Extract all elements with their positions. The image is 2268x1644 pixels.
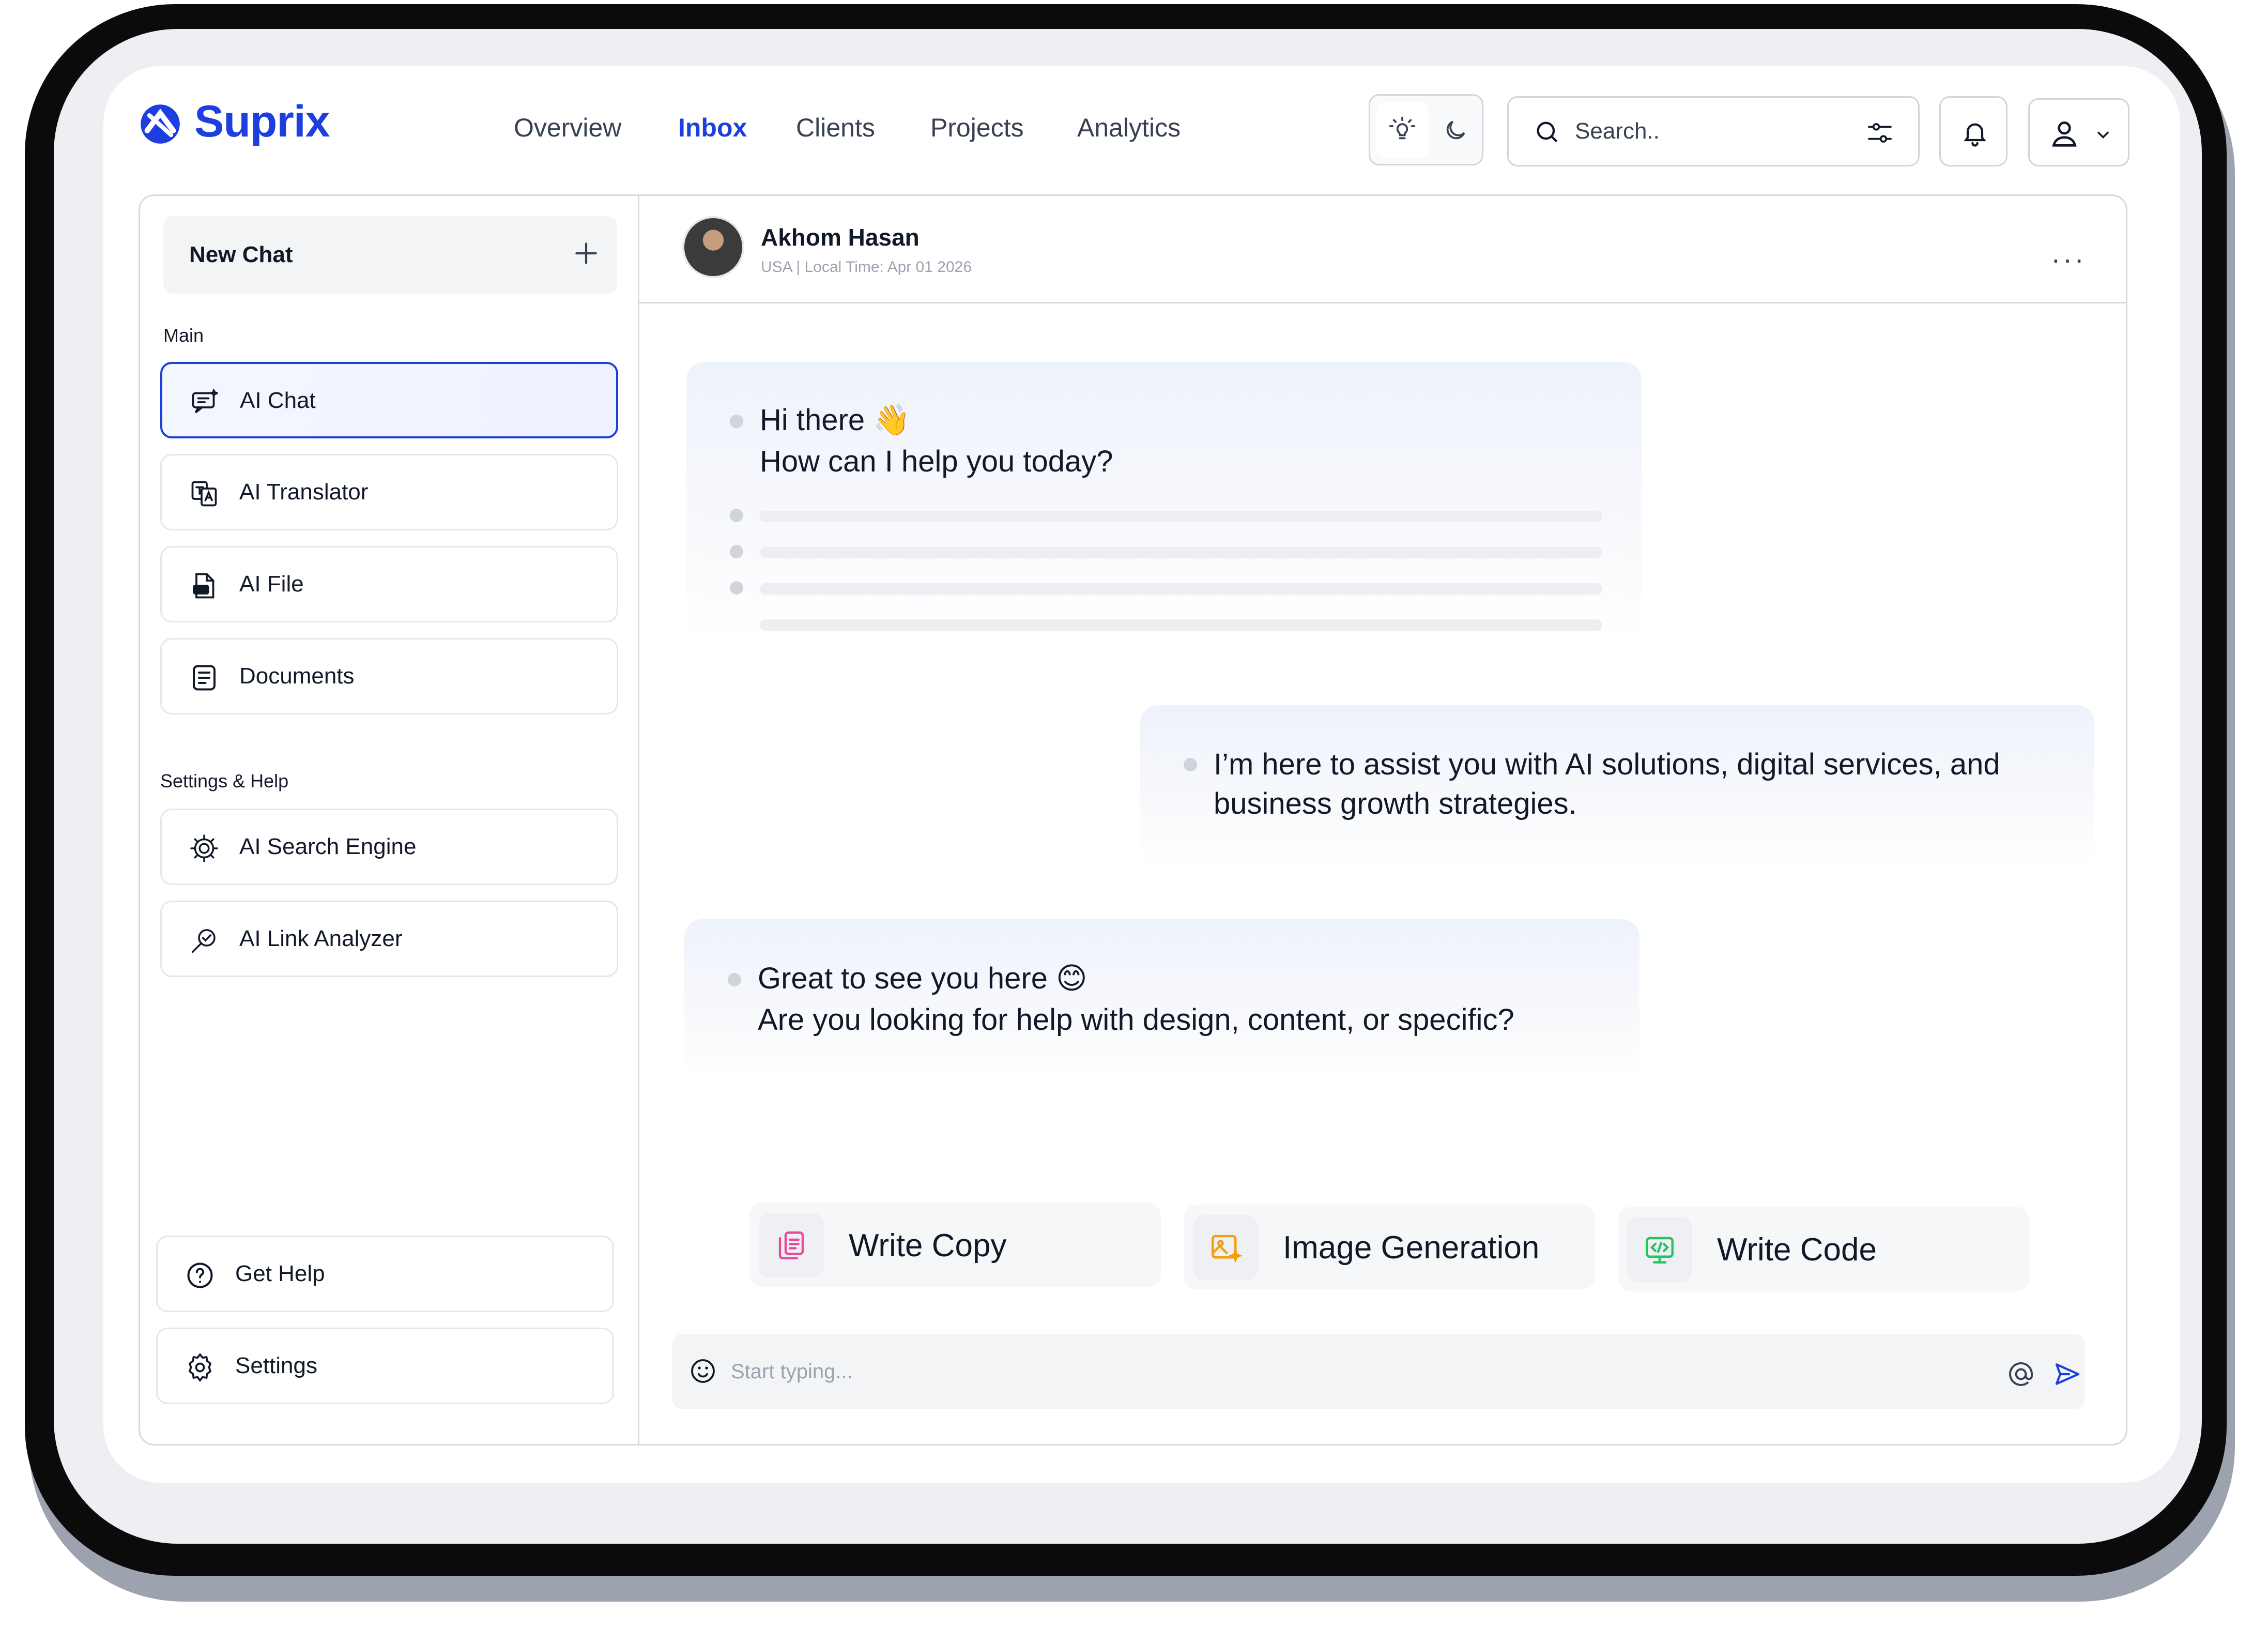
nav-clients[interactable]: Clients (796, 113, 875, 143)
contact-name: Akhom Hasan (761, 224, 920, 251)
nav-projects[interactable]: Projects (930, 113, 1024, 143)
message-bubble: I’m here to assist you with AI solutions… (1140, 705, 2094, 865)
send-icon[interactable] (2053, 1360, 2082, 1389)
bubble-bullet (730, 415, 743, 428)
sidebar-item-label: AI Translator (239, 479, 369, 505)
new-chat-label: New Chat (189, 242, 293, 267)
bubble-bullet (728, 973, 741, 986)
user-menu-button[interactable] (2028, 98, 2129, 166)
help-icon (187, 1262, 213, 1288)
new-chat-button[interactable]: New Chat (163, 216, 617, 294)
logo-icon (141, 104, 180, 144)
sidebar-item-label: AI Search Engine (239, 834, 417, 859)
quick-action-label: Image Generation (1283, 1230, 1540, 1266)
sidebar-item-ai-file[interactable]: AI File (160, 546, 618, 622)
sun-icon (1389, 116, 1416, 140)
sidebar-item-settings[interactable]: Settings (156, 1328, 614, 1404)
bubble-bullet (730, 581, 743, 595)
write-code-button[interactable]: Write Code (1618, 1207, 2029, 1291)
ai-file-icon (193, 573, 214, 599)
copy-icon (778, 1231, 804, 1259)
notifications-button[interactable] (1939, 96, 2008, 166)
sidebar-item-ai-chat[interactable]: AI Chat (160, 362, 618, 438)
sidebar-item-get-help[interactable]: Get Help (156, 1236, 614, 1312)
brand-name[interactable]: Suprix (194, 96, 330, 147)
nav-analytics[interactable]: Analytics (1077, 113, 1181, 143)
image-generation-button[interactable]: Image Generation (1184, 1205, 1595, 1289)
translate-icon (191, 481, 217, 507)
write-copy-icon-box (759, 1213, 824, 1278)
chat-header-divider (639, 302, 2127, 303)
emoji-icon[interactable] (688, 1357, 717, 1386)
bubble-bullet (730, 509, 743, 522)
section-label-settings-help: Settings & Help (160, 770, 289, 791)
skeleton-line (760, 511, 1602, 522)
plus-icon (575, 242, 597, 264)
sidebar-item-label: AI Link Analyzer (239, 926, 403, 951)
chat-icon (192, 388, 218, 414)
chevron-down-icon (2097, 131, 2109, 139)
gear-network-icon (190, 834, 218, 862)
sidebar-divider (638, 194, 639, 1445)
at-icon[interactable] (2006, 1360, 2035, 1389)
light-mode-button[interactable] (1376, 102, 1428, 158)
message-line: I’m here to assist you with AI solutions… (1214, 748, 2000, 781)
moon-icon[interactable] (1443, 117, 1468, 143)
sidebar-item-label: AI Chat (240, 388, 316, 413)
nav-overview[interactable]: Overview (514, 113, 621, 143)
image-icon (1212, 1235, 1243, 1263)
sidebar-item-label: Get Help (235, 1261, 325, 1286)
nav-inbox[interactable]: Inbox (678, 113, 747, 143)
message-input[interactable] (730, 1354, 1919, 1389)
skeleton-line (760, 583, 1602, 595)
settings-icon (188, 1352, 212, 1382)
sidebar-item-label: Documents (239, 663, 355, 689)
search-bar[interactable]: Search.. (1507, 96, 1920, 166)
search-input[interactable]: Search.. (1575, 118, 1660, 144)
theme-toggle[interactable] (1369, 94, 1483, 165)
message-bubble: Great to see you here 😊 Are you looking … (684, 919, 1639, 1079)
message-composer (672, 1334, 2085, 1409)
message-bubble: Hi there 👋 How can I help you today? (686, 362, 1642, 641)
message-line: Hi there 👋 (760, 403, 911, 437)
bell-icon (1964, 123, 1986, 147)
sidebar-item-ai-translator[interactable]: AI Translator (160, 454, 618, 530)
user-icon (2052, 121, 2077, 147)
link-analyzer-icon (191, 929, 216, 953)
sidebar-item-ai-link-analyzer[interactable]: AI Link Analyzer (160, 901, 618, 977)
sidebar-item-label: AI File (239, 571, 304, 597)
image-generation-icon-box (1193, 1215, 1258, 1280)
contact-meta: USA | Local Time: Apr 01 2026 (761, 258, 972, 276)
message-line: Are you looking for help with design, co… (758, 1003, 1514, 1037)
more-options-icon[interactable]: ··· (2051, 242, 2086, 276)
bubble-bullet (730, 545, 743, 558)
write-code-icon-box (1627, 1217, 1692, 1282)
sidebar-item-label: Settings (235, 1353, 317, 1378)
code-icon (1646, 1237, 1674, 1264)
skeleton-line (760, 547, 1602, 558)
sidebar-item-documents[interactable]: Documents (160, 638, 618, 714)
quick-action-label: Write Code (1717, 1232, 1877, 1268)
sidebar-item-ai-search-engine[interactable]: AI Search Engine (160, 809, 618, 885)
bubble-bullet (1184, 758, 1197, 771)
message-line: Great to see you here 😊 (758, 962, 1087, 995)
section-label-main: Main (163, 325, 204, 346)
skeleton-line (760, 619, 1602, 631)
filter-icon[interactable] (1865, 118, 1894, 147)
search-icon (1537, 121, 1557, 142)
write-copy-button[interactable]: Write Copy (749, 1202, 1161, 1287)
message-line: business growth strategies. (1214, 787, 1577, 820)
avatar[interactable] (682, 216, 744, 278)
quick-action-label: Write Copy (849, 1228, 1007, 1264)
document-icon (193, 665, 216, 691)
message-line: How can I help you today? (760, 445, 1113, 478)
